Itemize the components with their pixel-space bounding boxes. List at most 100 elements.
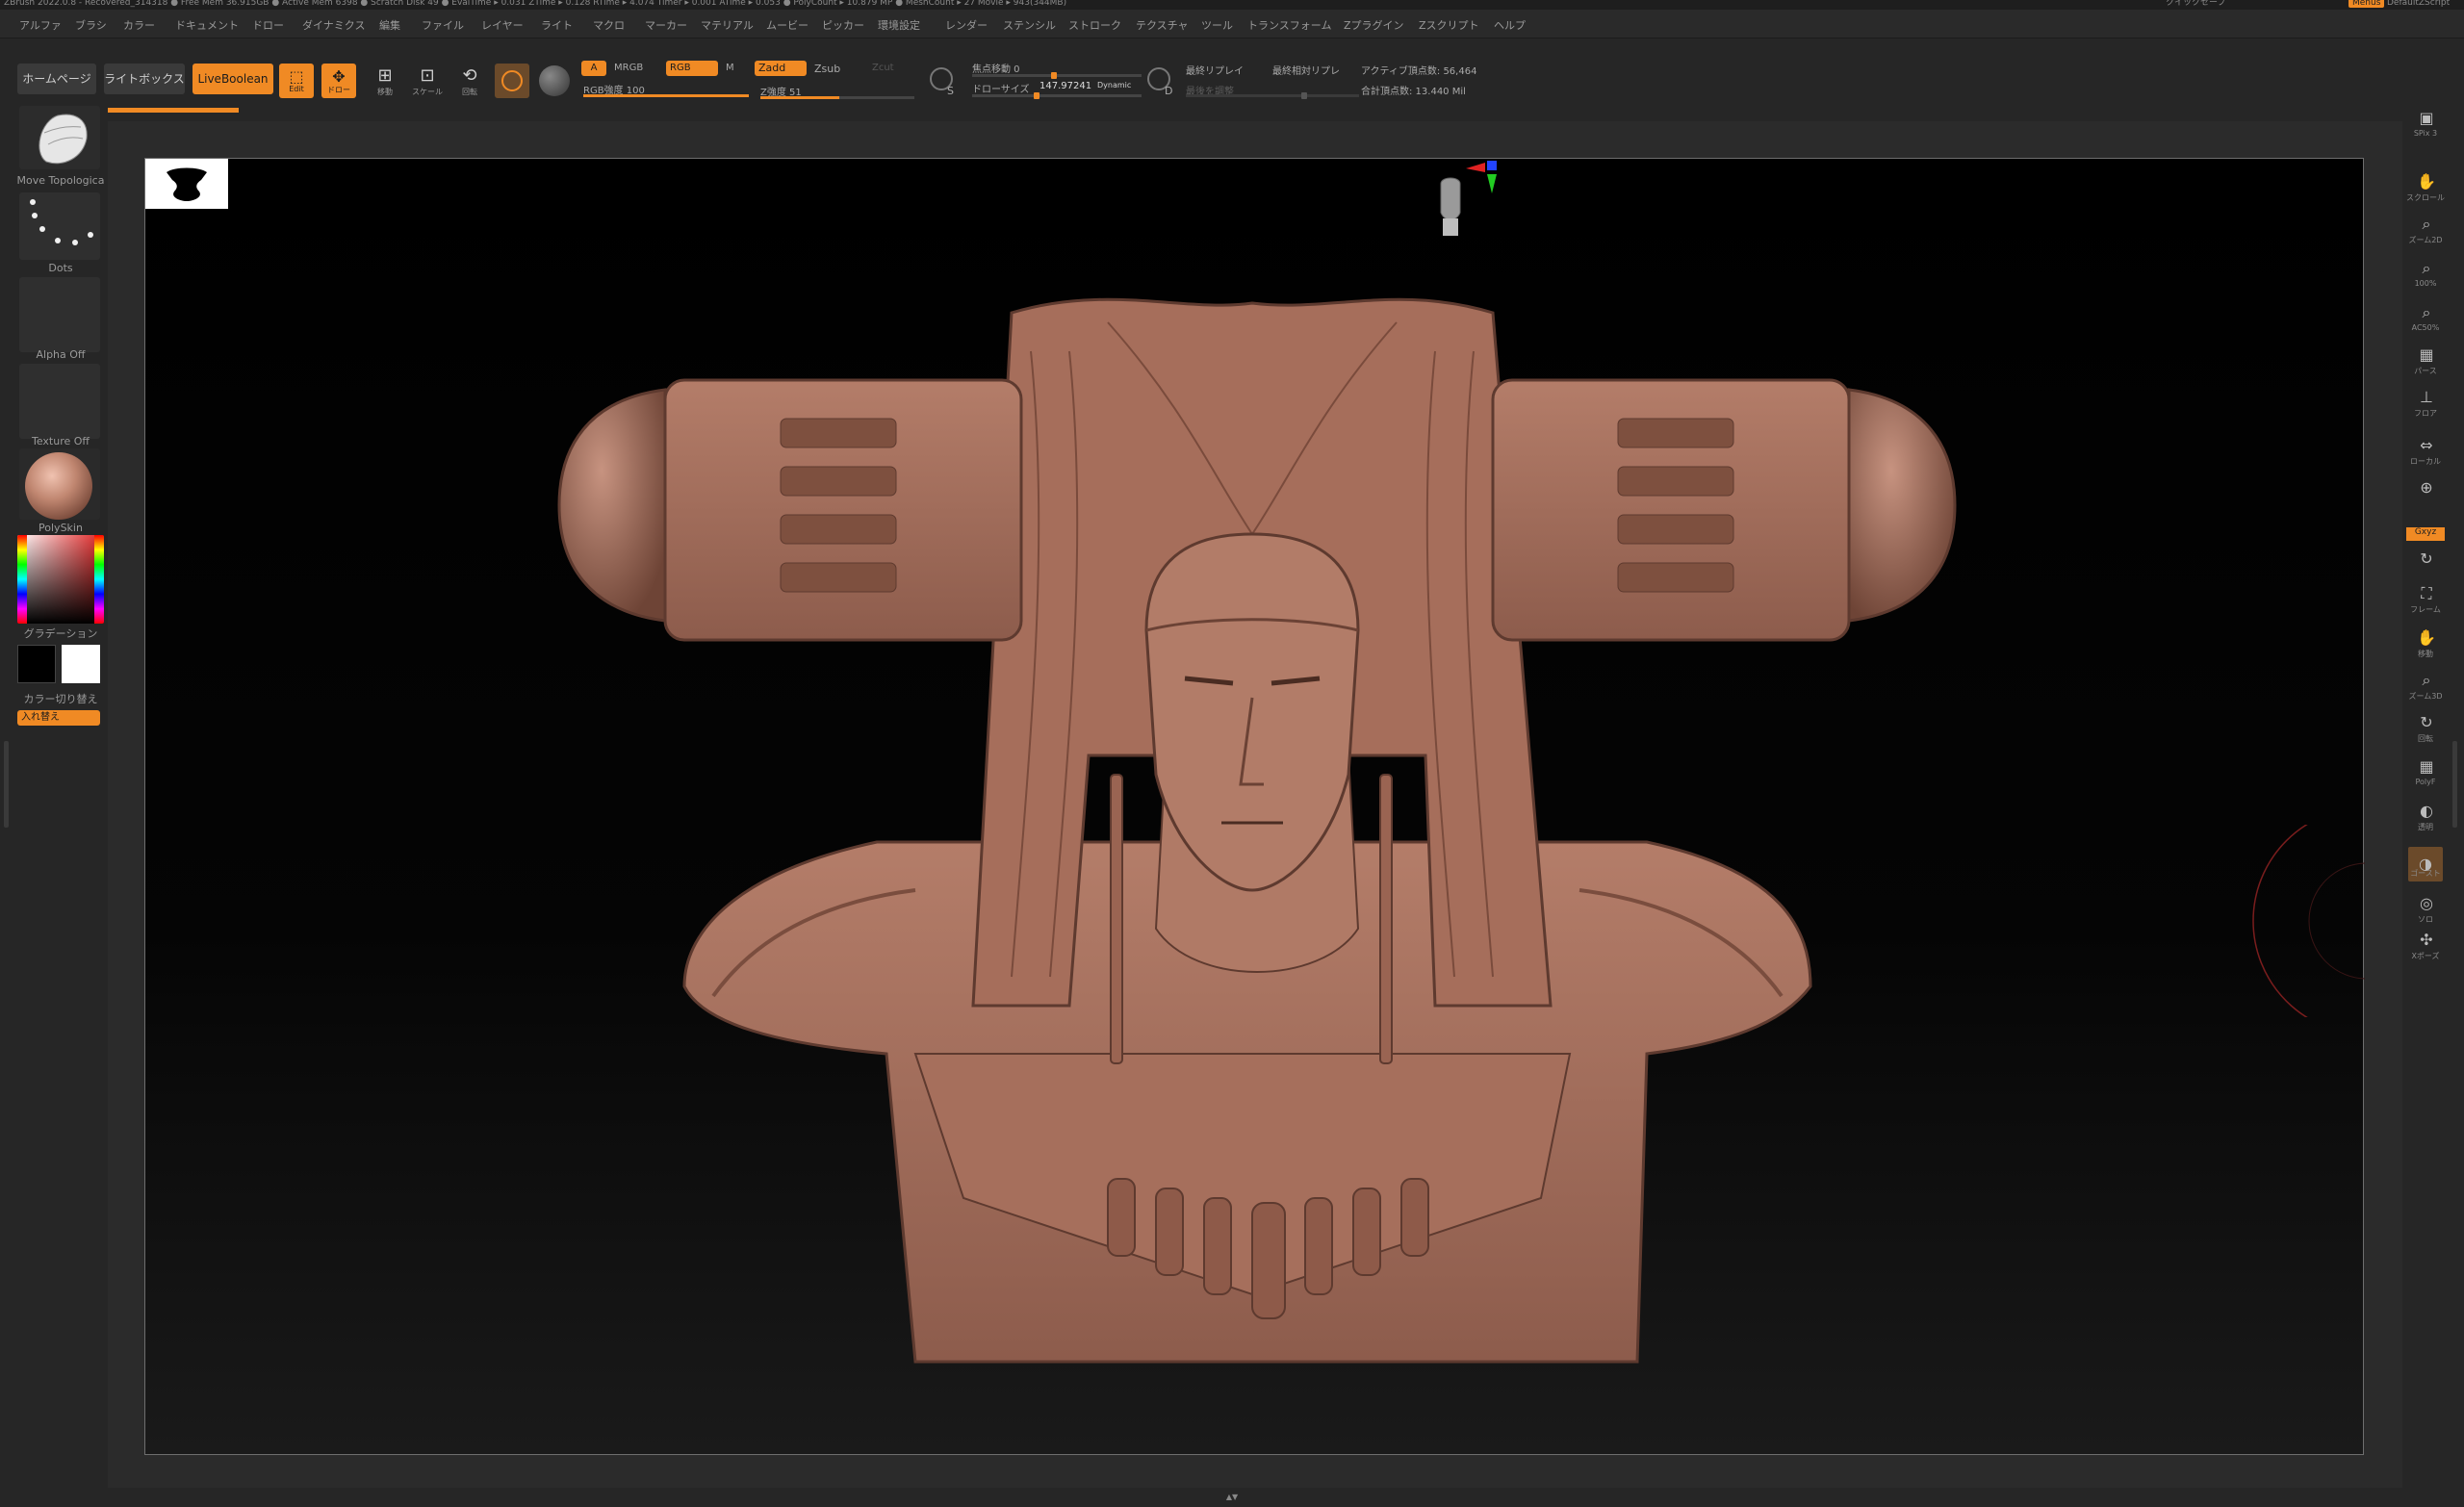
right-shelf-halfsize-button[interactable]: ⌕ AC50% [2406,302,2445,335]
last-replay-button[interactable]: 最終リプレイ [1186,63,1244,77]
dynamic-toggle[interactable]: Dynamic [1097,81,1131,89]
right-shelf-ghost-button[interactable]: ◑ ゴースト [2406,847,2445,881]
right-shelf-label: ソロ [2418,915,2433,924]
right-shelf-zoom3d-button[interactable]: ⌕ ズーム3D [2406,670,2445,702]
brush-icon [38,114,88,165]
right-shelf-polyf-button[interactable]: ▦ PolyF [2406,756,2445,789]
draw-size-slider[interactable] [972,92,1142,99]
right-shelf-rotate-button[interactable]: ↻ 回転 [2406,712,2445,745]
focal-shift-slider[interactable] [972,72,1142,79]
menu-item[interactable]: トランスフォーム [1247,17,1331,33]
menu-item[interactable]: ヘルプ [1494,17,1526,33]
menu-item[interactable]: テクスチャ [1136,17,1189,33]
menus-toggle[interactable]: Menus [2348,0,2385,8]
right-shelf-label: ズーム2D [2408,236,2443,244]
menu-item[interactable]: ツール [1201,17,1233,33]
left-tray-handle[interactable] [4,741,9,828]
thumbnail-preview [145,159,228,209]
right-shelf-label: SPix 3 [2413,129,2438,138]
zadd-button[interactable]: Zadd [755,61,807,76]
swap-colors-button[interactable]: 入れ替え [17,710,100,726]
z-intensity-slider[interactable] [760,96,914,99]
bottom-tray-toggle-icon[interactable]: ▲▼ [1215,1494,1249,1501]
default-zscript-button[interactable]: DefaultZScript [2387,0,2450,8]
navigation-ring-icon[interactable] [2249,825,2365,1017]
lightbox-button[interactable]: ライトボックス [104,64,185,94]
secondary-color-swatch[interactable] [17,645,56,683]
menu-item[interactable]: ライト [541,17,573,33]
right-shelf-bpr-button[interactable]: ▣ SPix 3 [2406,108,2445,140]
right-shelf-persp-button[interactable]: ▦ パース [2406,345,2445,377]
menu-item[interactable]: 編集 [379,17,400,33]
move-button[interactable]: ⊞ 移動 [368,64,402,98]
canvas-viewport[interactable] [144,158,2365,1455]
menu-item[interactable]: Zスクリプト [1419,17,1479,33]
right-shelf-label: ローカル [2410,457,2441,466]
menu-item[interactable]: ムービー [766,17,808,33]
menu-item[interactable]: ストローク [1068,17,1121,33]
draw-button[interactable]: ✥ ドロー [321,64,356,98]
right-shelf-frame-button[interactable]: ⛶ フレーム [2406,583,2445,616]
right-shelf-transp-button[interactable]: ◐ 透明 [2406,801,2445,833]
menu-item[interactable]: アルファ [19,17,62,33]
floor-icon: ⊥ [2420,388,2433,406]
color-picker[interactable] [17,535,104,624]
menu-item[interactable]: マクロ [593,17,625,33]
m-button[interactable]: M [726,63,734,73]
rgb-intensity-slider[interactable] [583,94,749,97]
right-shelf-rot-button[interactable]: ↻ [2406,549,2445,581]
edit-icon: ⬚ [289,67,304,86]
home-page-button[interactable]: ホームページ [17,64,96,94]
menu-item[interactable]: マテリアル [701,17,754,33]
menu-item[interactable]: レイヤー [481,17,524,33]
alpha-selector[interactable] [19,277,100,352]
menu-item[interactable]: ステンシル [1003,17,1056,33]
axis-gizmo-icon[interactable] [1462,159,1501,197]
right-shelf-xpose-button[interactable]: ✣ Xポーズ [2406,930,2445,962]
right-tray-handle[interactable] [2452,741,2457,828]
liveboolean-button[interactable]: LiveBoolean [192,64,273,94]
right-shelf-xyz-button[interactable]: Gxyz [2406,518,2445,550]
zcut-button[interactable]: Zcut [872,63,894,73]
menu-item[interactable]: ブラシ [75,17,107,33]
texture-selector[interactable] [19,364,100,439]
draw-size-label: ドローサイズ [972,85,1030,95]
right-shelf-scroll-button[interactable]: ✋ スクロール [2406,171,2445,204]
hue-strip[interactable] [17,535,27,624]
right-shelf-solo-button[interactable]: ◎ ソロ [2406,893,2445,926]
rotate-button[interactable]: ⟲ 回転 [452,64,487,98]
menu-item[interactable]: マーカー [645,17,687,33]
right-shelf-local-button[interactable]: ⇔ ローカル [2406,435,2445,468]
menu-item[interactable]: ピッカー [822,17,864,33]
edit-button[interactable]: ⬚ Edit [279,64,314,98]
right-shelf-move-button[interactable]: ✋ 移動 [2406,627,2445,660]
right-shelf-lsym-button[interactable]: ⊕ [2406,477,2445,510]
material-selector[interactable] [19,448,100,520]
right-shelf-zoom2d-button[interactable]: ⌕ ズーム2D [2406,214,2445,246]
scale-button[interactable]: ⊡ スケール [410,64,445,98]
menu-item[interactable]: レンダー [945,17,988,33]
hue-strip-right[interactable] [94,535,104,624]
right-shelf-actual-button[interactable]: ⌕ 100% [2406,258,2445,291]
quicksave-button[interactable]: クイックセーブ [2166,0,2225,8]
last-relative-replay-button[interactable]: 最終相対リプレ [1272,63,1340,77]
adjust-last-slider[interactable] [1186,92,1359,99]
main-color-swatch[interactable] [62,645,100,683]
rgb-button[interactable]: RGB [666,61,718,76]
menu-item[interactable]: ドキュメント [175,17,239,33]
a-button[interactable]: A [581,61,606,76]
material-sphere-button[interactable] [495,64,529,98]
menu-item[interactable]: ダイナミクス [302,17,365,33]
brush-selector[interactable] [19,106,100,169]
rotate-icon: ⟲ [462,65,477,86]
stroke-selector[interactable] [19,192,100,260]
menu-item[interactable]: 環境設定 [878,17,920,33]
menu-item[interactable]: カラー [123,17,155,33]
mrgb-button[interactable]: MRGB [614,63,643,73]
menu-item[interactable]: Zプラグイン [1344,17,1404,33]
right-shelf-floor-button[interactable]: ⊥ フロア [2406,387,2445,420]
menu-item[interactable]: ドロー [252,17,284,33]
menu-item[interactable]: ファイル [422,17,464,33]
zsub-button[interactable]: Zsub [814,63,840,75]
gradient-sphere-icon[interactable] [539,65,570,96]
